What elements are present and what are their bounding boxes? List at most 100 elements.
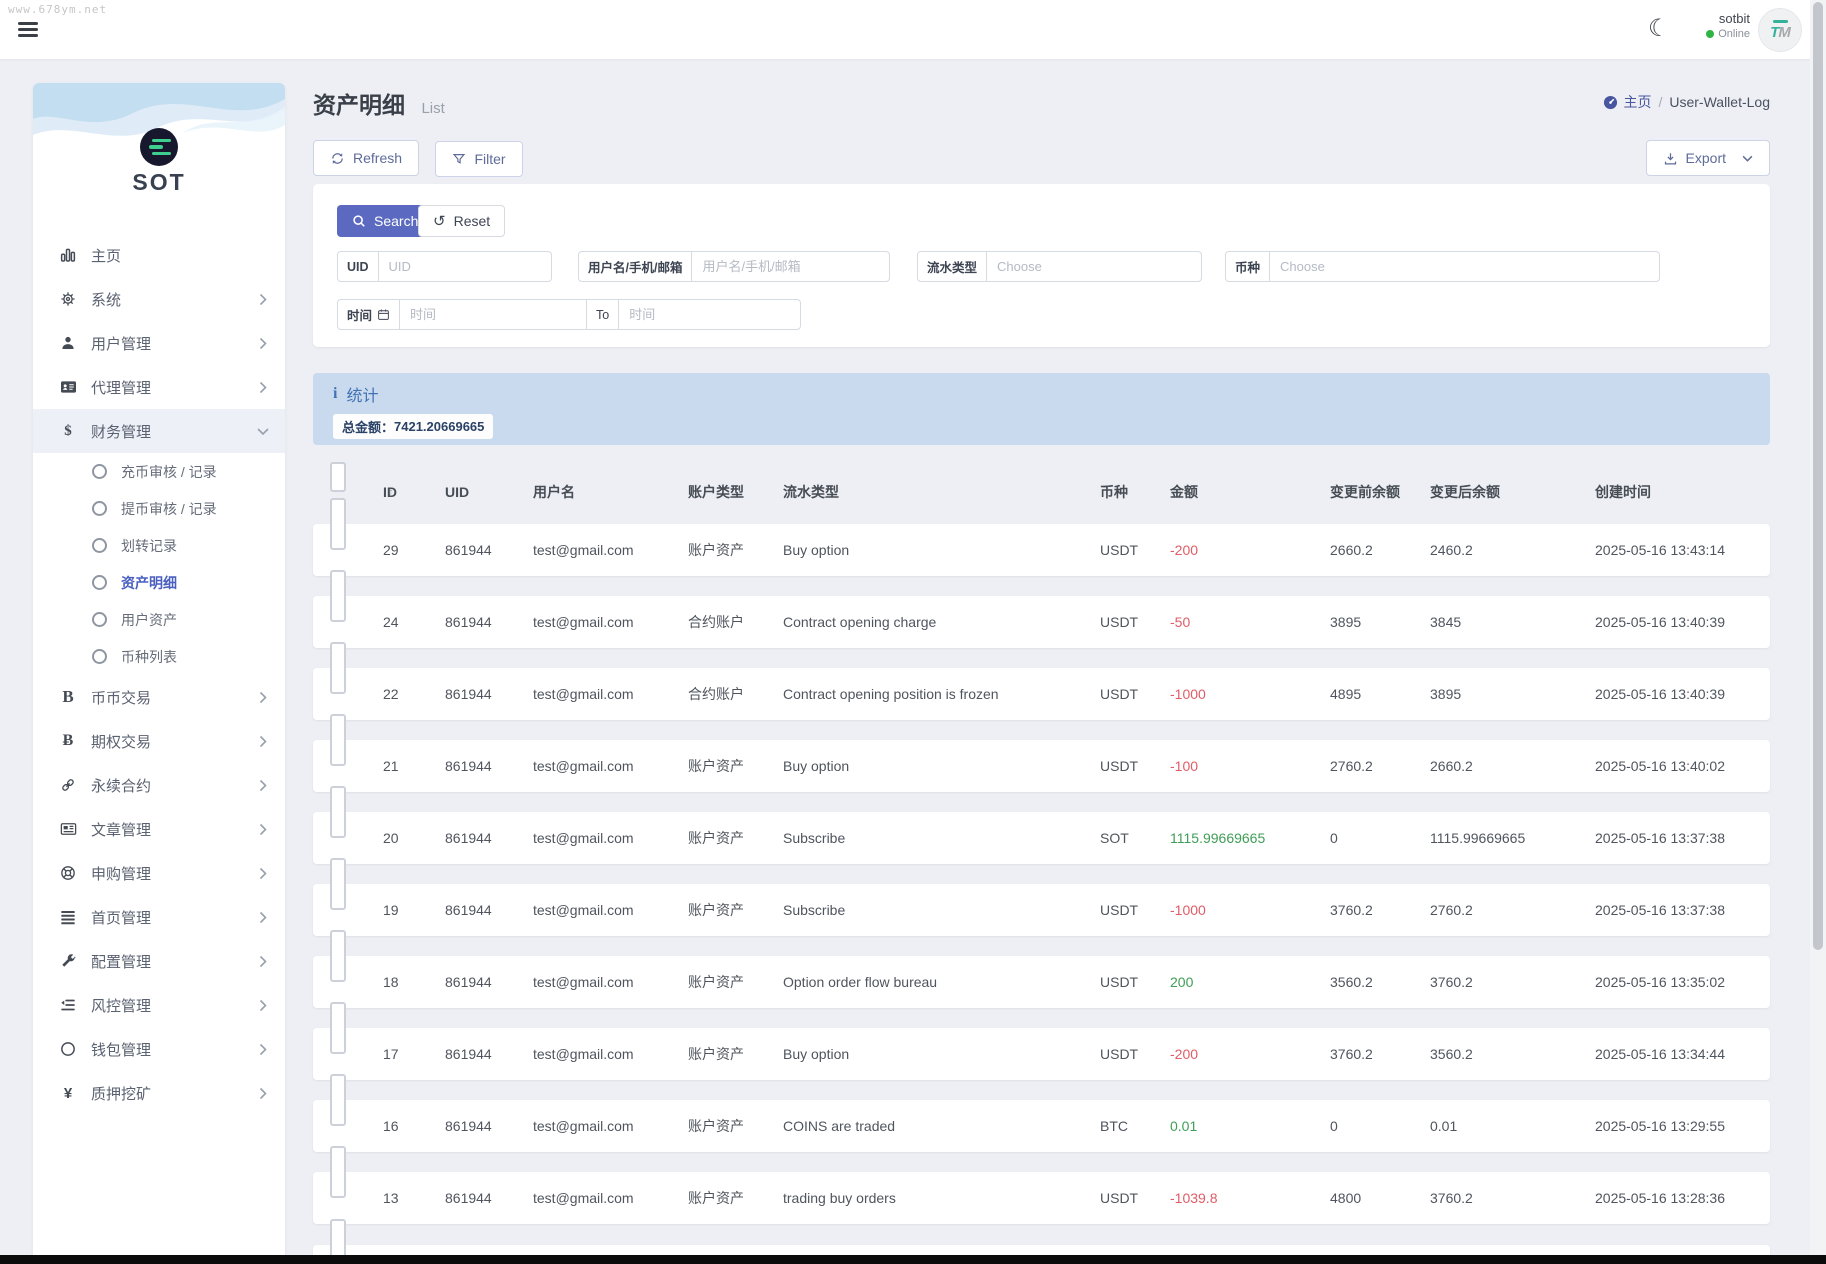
sidebar-item-config-mgmt[interactable]: 配置管理 <box>33 939 285 983</box>
sidebar-item-label: 币币交易 <box>91 687 151 708</box>
cell-account-type: 账户资产 <box>688 524 744 576</box>
flow-type-select[interactable] <box>987 252 1201 281</box>
table-row[interactable]: 29 861944 test@gmail.com 账户资产 Buy option… <box>313 524 1770 576</box>
link-icon <box>58 776 78 794</box>
cell-account-type: 合约账户 <box>688 668 744 720</box>
cell-before-balance: 2660.2 <box>1330 524 1373 576</box>
cell-id: 20 <box>383 812 399 864</box>
sidebar-item-home[interactable]: 主页 <box>33 233 285 277</box>
filter-panel: Search ↺ Reset UID 用户名/手机/邮箱 流水类型 币种 时间 … <box>313 184 1770 347</box>
user-status: Online <box>1678 28 1750 40</box>
sidebar-item-agent-mgmt[interactable]: 代理管理 <box>33 365 285 409</box>
time-to-input[interactable] <box>619 300 801 329</box>
sidebar-item-finance-mgmt[interactable]: $ 财务管理 <box>33 409 285 453</box>
sidebar-item-label: 风控管理 <box>91 995 151 1016</box>
dark-mode-icon[interactable]: ☾ <box>1648 12 1670 46</box>
sidebar-item-user-mgmt[interactable]: 用户管理 <box>33 321 285 365</box>
menu-toggle-icon[interactable] <box>18 22 38 37</box>
table-row[interactable]: 21 861944 test@gmail.com 账户资产 Buy option… <box>313 740 1770 792</box>
sidebar-item-option-trade[interactable]: Ƀ 期权交易 <box>33 719 285 763</box>
coin-select[interactable] <box>1270 252 1659 281</box>
export-label: Export <box>1686 150 1726 166</box>
refresh-label: Refresh <box>353 150 402 166</box>
row-checkbox[interactable] <box>330 714 346 766</box>
sidebar-item-subscription-mgmt[interactable]: 申购管理 <box>33 851 285 895</box>
reset-button[interactable]: ↺ Reset <box>418 205 505 237</box>
sidebar-item-risk-mgmt[interactable]: 风控管理 <box>33 983 285 1027</box>
id-card-icon <box>58 378 78 396</box>
cell-coin: USDT <box>1100 524 1138 576</box>
cell-flow-type: Option order flow bureau <box>783 956 937 1008</box>
table-row[interactable]: 17 861944 test@gmail.com 账户资产 Buy option… <box>313 1028 1770 1080</box>
scrollbar-thumb[interactable] <box>1813 2 1823 950</box>
sidebar-subitem-deposit-audit[interactable]: 充币审核 / 记录 <box>33 453 285 490</box>
row-checkbox[interactable] <box>330 1146 346 1198</box>
col-uid: UID <box>445 477 469 507</box>
cell-after-balance: 0.01 <box>1430 1100 1457 1152</box>
cell-amount: -1000 <box>1170 884 1206 936</box>
statistics-panel: i 统计 总金额： 7421.20669665 <box>313 373 1770 445</box>
table-row[interactable]: 13 861944 test@gmail.com 账户资产 trading bu… <box>313 1172 1770 1224</box>
cell-account-type: 账户资产 <box>688 1028 744 1080</box>
sidebar-item-system[interactable]: 系统 <box>33 277 285 321</box>
table-row[interactable]: 19 861944 test@gmail.com 账户资产 Subscribe … <box>313 884 1770 936</box>
avatar[interactable]: TM <box>1758 8 1802 52</box>
table-row[interactable]: 22 861944 test@gmail.com 合约账户 Contract o… <box>313 668 1770 720</box>
sidebar-subitem-user-assets[interactable]: 用户资产 <box>33 601 285 638</box>
row-checkbox[interactable] <box>330 498 346 550</box>
row-checkbox[interactable] <box>330 930 346 982</box>
select-all-checkbox[interactable] <box>330 462 346 492</box>
row-checkbox[interactable] <box>330 1074 346 1126</box>
page-header: 资产明细 List 主页 / User-Wallet-Log <box>313 86 1770 120</box>
rows-icon <box>58 908 78 926</box>
sidebar-item-wallet-mgmt[interactable]: 钱包管理 <box>33 1027 285 1071</box>
user-input[interactable] <box>692 252 889 281</box>
reset-label: Reset <box>454 213 491 229</box>
sidebar-item-homepage-mgmt[interactable]: 首页管理 <box>33 895 285 939</box>
sidebar-subitem-withdraw-audit[interactable]: 提币审核 / 记录 <box>33 490 285 527</box>
sidebar-item-perpetual[interactable]: 永续合约 <box>33 763 285 807</box>
cell-id: 18 <box>383 956 399 1008</box>
breadcrumb-separator: / <box>1658 94 1662 110</box>
time-from-input[interactable] <box>400 300 586 329</box>
table-row[interactable]: 24 861944 test@gmail.com 合约账户 Contract o… <box>313 596 1770 648</box>
breadcrumb-home[interactable]: 主页 <box>1603 92 1651 112</box>
cell-coin: USDT <box>1100 884 1138 936</box>
user-info[interactable]: sotbit Online <box>1678 11 1750 40</box>
table-row[interactable]: 20 861944 test@gmail.com 账户资产 Subscribe … <box>313 812 1770 864</box>
cell-coin: USDT <box>1100 1172 1138 1224</box>
cell-before-balance: 3895 <box>1330 596 1361 648</box>
cell-uid: 861944 <box>445 596 492 648</box>
search-icon <box>352 214 366 228</box>
cell-coin: SOT <box>1100 812 1129 864</box>
sidebar-item-staking-mining[interactable]: ¥ 质押挖矿 <box>33 1071 285 1115</box>
row-checkbox[interactable] <box>330 786 346 838</box>
sidebar-item-label: 代理管理 <box>91 377 151 398</box>
sidebar-item-article-mgmt[interactable]: 文章管理 <box>33 807 285 851</box>
table-row[interactable]: 18 861944 test@gmail.com 账户资产 Option ord… <box>313 956 1770 1008</box>
chevron-right-icon <box>259 867 267 880</box>
refresh-button[interactable]: Refresh <box>313 140 419 176</box>
row-checkbox[interactable] <box>330 642 346 694</box>
sidebar-subitem-transfer-records[interactable]: 划转记录 <box>33 527 285 564</box>
gear-icon <box>58 290 78 308</box>
uid-input[interactable] <box>379 252 551 281</box>
sidebar-item-spot-trade[interactable]: B 币币交易 <box>33 675 285 719</box>
cell-after-balance: 3560.2 <box>1430 1028 1473 1080</box>
sidebar-subitem-asset-detail[interactable]: 资产明细 <box>33 564 285 601</box>
sort-asc-icon[interactable]: ↑ <box>388 477 394 507</box>
filter-button[interactable]: Filter <box>435 141 522 177</box>
circle-icon <box>58 1040 78 1058</box>
cell-uid: 861944 <box>445 668 492 720</box>
row-checkbox[interactable] <box>330 570 346 622</box>
toolbar: Refresh Filter Export <box>313 140 1770 176</box>
table-row[interactable]: 16 861944 test@gmail.com 账户资产 COINS are … <box>313 1100 1770 1152</box>
scrollbar-track[interactable] <box>1810 0 1826 1256</box>
sidebar-subitem-coin-list[interactable]: 币种列表 <box>33 638 285 675</box>
time-filter-group: 时间 To <box>337 299 801 330</box>
cell-coin: USDT <box>1100 740 1138 792</box>
cell-uid: 861944 <box>445 956 492 1008</box>
export-button[interactable]: Export <box>1646 140 1770 176</box>
row-checkbox[interactable] <box>330 1002 346 1054</box>
row-checkbox[interactable] <box>330 858 346 910</box>
